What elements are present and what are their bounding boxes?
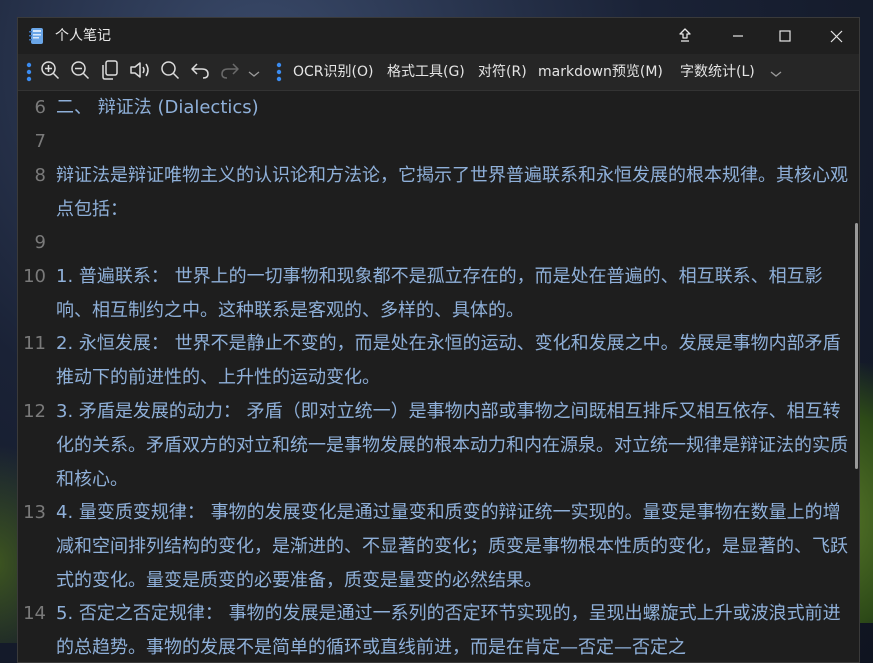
close-button[interactable]	[813, 18, 859, 54]
pin-icon	[678, 28, 692, 44]
zoom-out-icon	[70, 60, 90, 84]
toolbar: OCR识别(O) 格式工具(G) 对符(R) markdown预览(M) 字数统…	[18, 54, 859, 91]
line-number: 7	[34, 131, 46, 152]
search-button[interactable]	[157, 54, 183, 90]
toolbar-grip-right[interactable]	[274, 54, 284, 90]
title-bar[interactable]: 个人笔记	[18, 18, 859, 54]
zoom-in-icon	[40, 60, 60, 84]
chevron-down-icon	[248, 63, 260, 82]
line-number: 9	[34, 232, 46, 253]
text-editor[interactable]: 6 7 8 9 10 11 12 13 14 二、 辩证法 (Dialectic…	[18, 91, 859, 662]
zoom-in-button[interactable]	[37, 54, 63, 90]
line-number: 8	[34, 165, 46, 186]
copy-button[interactable]	[97, 54, 123, 90]
line-number: 14	[23, 603, 46, 624]
toolbar-overflow-1[interactable]	[246, 54, 262, 90]
vertical-scrollbar[interactable]	[855, 223, 858, 469]
menu-markdown-preview[interactable]: markdown预览(M)	[538, 63, 663, 81]
redo-icon	[220, 61, 240, 83]
maximize-button[interactable]	[762, 18, 808, 54]
close-icon	[830, 30, 843, 43]
editor-line[interactable]: 5. 否定之否定规律： 事物的发展是通过一系列的否定环节实现的，呈现出螺旋式上升…	[56, 597, 854, 662]
notebook-icon	[29, 27, 45, 45]
read-aloud-button[interactable]	[127, 54, 153, 90]
search-icon	[160, 60, 180, 84]
speaker-icon	[129, 60, 151, 84]
line-number: 11	[23, 333, 46, 354]
pin-button[interactable]	[662, 18, 708, 54]
copy-icon	[101, 60, 119, 84]
line-number-gutter: 6 7 8 9 10 11 12 13 14	[18, 91, 52, 662]
undo-icon	[190, 61, 210, 83]
toolbar-grip-left[interactable]	[24, 54, 34, 90]
menu-format-tools[interactable]: 格式工具(G)	[387, 63, 465, 81]
editor-line[interactable]: 4. 量变质变规律： 事物的发展变化是通过量变和质变的辩证统一实现的。量变是事物…	[56, 496, 854, 598]
editor-line[interactable]: 辩证法是辩证唯物主义的认识论和方法论，它揭示了世界普遍联系和永恒发展的根本规律。…	[56, 159, 854, 227]
line-number: 6	[34, 97, 46, 118]
line-number: 10	[23, 266, 46, 287]
editor-line[interactable]: 二、 辩证法 (Dialectics)	[56, 91, 854, 125]
minimize-icon	[732, 30, 744, 42]
menu-ocr[interactable]: OCR识别(O)	[293, 63, 373, 81]
menu-word-count[interactable]: 字数统计(L)	[680, 63, 755, 81]
undo-button[interactable]	[187, 54, 213, 90]
notes-window: 个人笔记 OCR识别(O) 格式工具(G) 对符(R) markdown预览(M…	[17, 17, 860, 663]
zoom-out-button[interactable]	[67, 54, 93, 90]
line-number: 13	[23, 502, 46, 523]
editor-line[interactable]: 1. 普遍联系： 世界上的一切事物和现象都不是孤立存在的，而是处在普遍的、相互联…	[56, 260, 854, 328]
minimize-button[interactable]	[715, 18, 761, 54]
menu-align[interactable]: 对符(R)	[478, 63, 527, 81]
editor-line[interactable]: 3. 矛盾是发展的动力： 矛盾（即对立统一）是事物内部或事物之间既相互排斥又相互…	[56, 395, 854, 497]
redo-button[interactable]	[217, 54, 243, 90]
editor-line[interactable]: 2. 永恒发展： 世界不是静止不变的，而是处在永恒的运动、变化和发展之中。发展是…	[56, 327, 854, 395]
chevron-down-icon	[770, 63, 782, 82]
toolbar-overflow-2[interactable]	[768, 54, 784, 90]
window-title: 个人笔记	[55, 28, 111, 44]
maximize-icon	[779, 30, 791, 42]
line-number: 12	[23, 401, 46, 422]
